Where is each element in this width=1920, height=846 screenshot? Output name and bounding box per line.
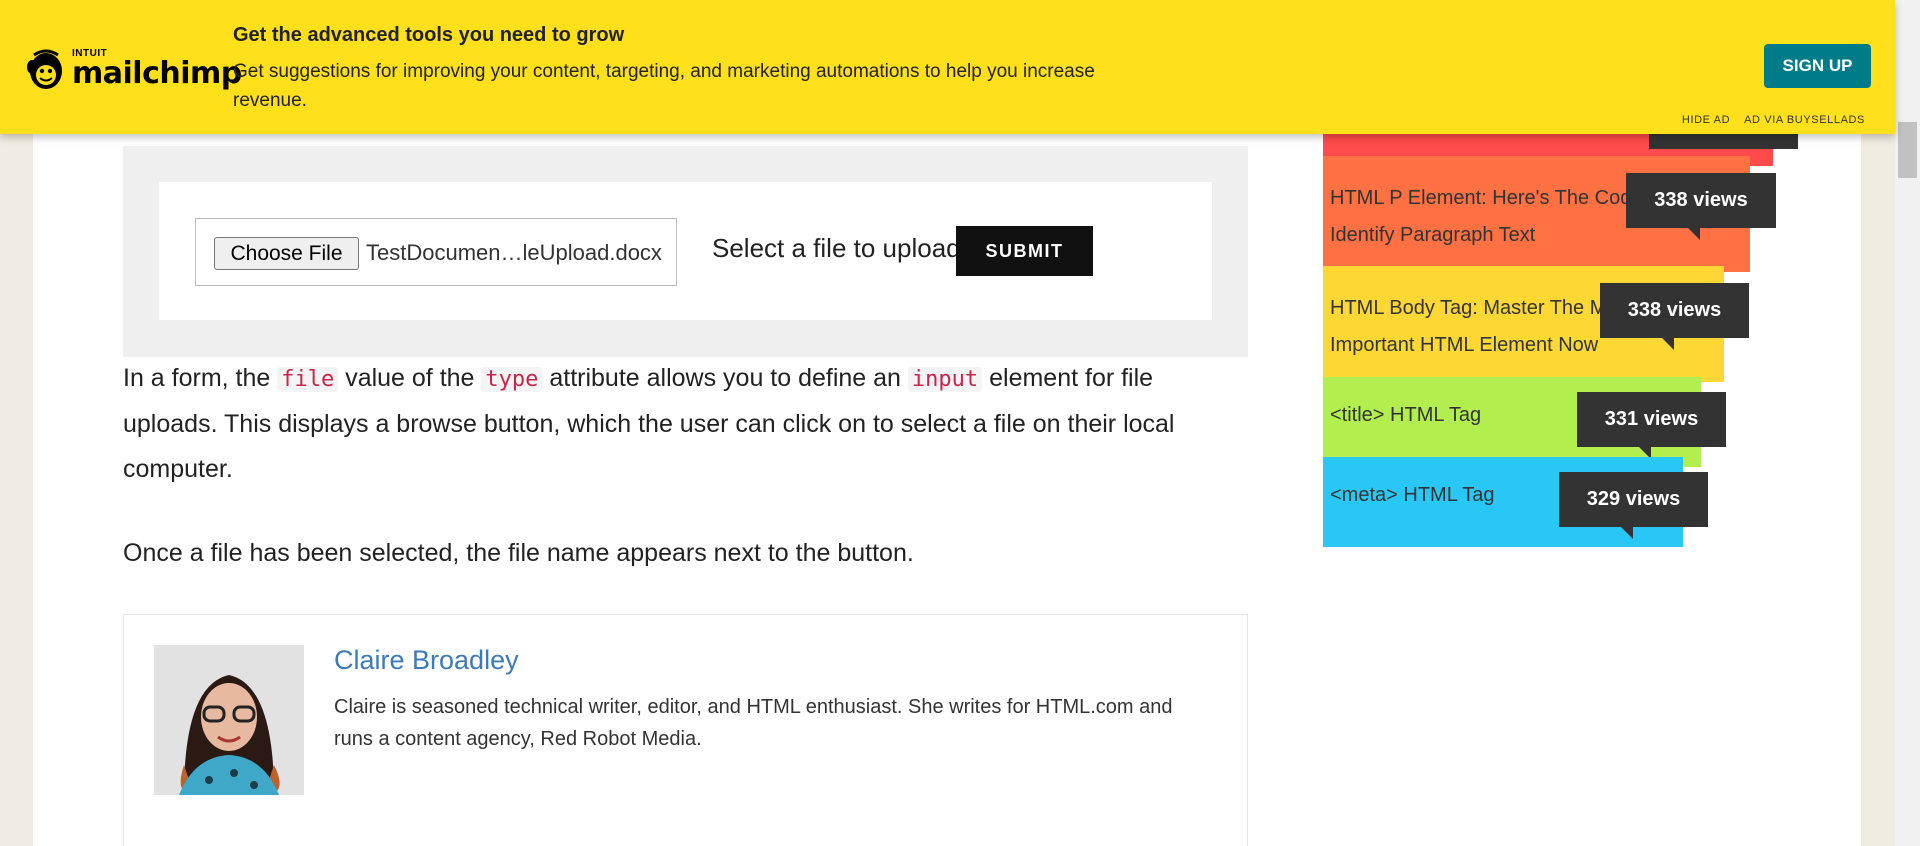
inline-code: type [481,367,543,392]
author-name-link[interactable]: Claire Broadley [334,645,519,676]
select-file-label: Select a file to upload [712,233,961,263]
ad-body: Get suggestions for improving your conte… [233,61,1095,111]
text-run: In a form, the [123,364,271,392]
sign-up-button[interactable]: SIGN UP [1764,44,1871,88]
ad-banner[interactable]: INTUIT mailchimp Get the advanced tools … [0,0,1895,134]
inline-code: input [907,367,983,392]
article-paragraph: In a form, the file value of the type at… [123,356,1248,492]
demo-form: Choose File TestDocumen…leUpload.docx Se… [159,182,1212,320]
popular-item-title: HTML Body Tag: Master The Most [1330,297,1605,319]
inline-code: file [277,367,339,392]
demo-box: Choose File TestDocumen…leUpload.docx Se… [123,146,1248,357]
chimp-logo-icon [27,49,62,89]
views-badge: 338 views [1626,173,1776,240]
vertical-scrollbar[interactable] [1895,0,1920,846]
ad-headline[interactable]: Get the advanced tools you need to grow [233,24,624,47]
text-run: attribute allows you to define an [549,364,901,392]
brand-big: mailchimp [72,56,242,91]
author-avatar[interactable] [154,645,304,795]
article-paragraph: Once a file has been selected, the file … [123,539,914,567]
views-badge: 329 views [1559,472,1708,539]
mailchimp-logo[interactable]: INTUIT mailchimp [26,44,242,94]
selected-file-name: TestDocumen…leUpload.docx [366,240,662,265]
scrollbar-thumb[interactable] [1898,122,1917,178]
submit-button[interactable]: SUBMIT [956,226,1093,276]
popular-item-title: HTML P Element: Here's The Code To [1330,187,1630,209]
views-badge: 331 views [1577,392,1726,459]
author-bio: Claire is seasoned technical writer, edi… [334,696,1173,750]
popular-item-title: Important HTML Element Now [1330,334,1599,356]
hide-ad-link[interactable]: HIDE AD [1682,114,1730,126]
author-box: Claire Broadley Claire is seasoned techn… [123,614,1248,846]
popular-item-title: Identify Paragraph Text [1330,224,1536,246]
popular-item-title: <meta> HTML Tag [1330,484,1495,506]
author-photo-icon [154,645,304,795]
brand-wordmark: INTUIT mailchimp [72,49,242,89]
ad-links: HIDE AD AD VIA BUYSELLADS [1682,114,1865,126]
text-run: value of the [345,364,475,392]
ad-via-link[interactable]: AD VIA BUYSELLADS [1744,114,1865,126]
choose-file-button[interactable]: Choose File [214,237,359,270]
views-badge: 338 views [1600,283,1749,350]
file-input[interactable]: Choose File TestDocumen…leUpload.docx [195,218,677,286]
popular-item-title: <title> HTML Tag [1330,404,1482,426]
